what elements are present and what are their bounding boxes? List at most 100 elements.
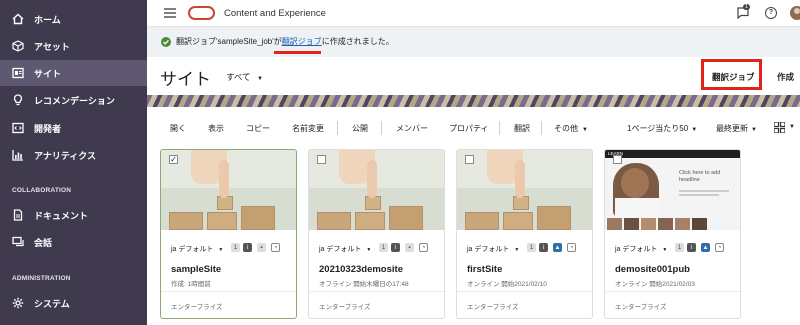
hamburger-menu-icon[interactable] — [164, 8, 176, 20]
site-type: エンタープライズ — [615, 304, 667, 311]
notifications-icon[interactable]: 1 — [737, 4, 751, 21]
open-button[interactable]: 開く — [170, 123, 186, 134]
filter-dropdown[interactable]: すべて ▼ — [226, 71, 263, 83]
site-name[interactable]: sampleSite — [171, 264, 221, 275]
toolbar-divider — [337, 121, 338, 135]
info-icon: i — [391, 243, 400, 252]
toolbar-divider — [381, 121, 382, 135]
security-icon: ◔ — [271, 243, 280, 252]
site-status: オフライン 開始木曜日の17:48 — [319, 281, 409, 288]
app-title: Content and Experience — [224, 8, 326, 19]
more-dropdown[interactable]: その他 ▼ — [554, 123, 588, 134]
success-message-bar: 翻訳ジョブ'sampleSite_job'が翻訳ジョブに作成されました。 — [147, 27, 800, 57]
language-dropdown[interactable]: ja デフォルト ▼ — [171, 244, 223, 254]
sidebar-item-conversations[interactable]: 会話 — [0, 229, 147, 255]
offline-status-icon: ▪ — [257, 243, 266, 252]
chevron-down-icon: ▼ — [256, 76, 263, 82]
security-icon: ◔ — [715, 243, 724, 252]
toolbar-divider — [499, 121, 500, 135]
publish-button[interactable]: 公開 — [352, 123, 368, 134]
translation-job-link[interactable]: 翻訳ジョブ — [282, 37, 322, 46]
code-icon — [12, 122, 24, 134]
toolbar-divider — [541, 121, 542, 135]
chevron-down-icon[interactable]: ▼ — [789, 124, 795, 130]
page-title: サイト — [160, 70, 211, 89]
site-name[interactable]: 20210323demosite — [319, 264, 403, 275]
language-label: ja デフォルト — [615, 246, 658, 253]
sidebar-item-label: ドキュメント — [34, 210, 89, 221]
toolbar: 開く 表示 コピー 名前変更 公開 メンバー プロパティ 翻訳 その他 ▼ 1ペー… — [147, 112, 800, 145]
rename-button[interactable]: 名前変更 — [292, 123, 324, 134]
language-dropdown[interactable]: ja デフォルト ▼ — [467, 244, 519, 254]
select-checkbox[interactable] — [317, 155, 326, 164]
site-thumbnail — [161, 150, 296, 230]
members-button[interactable]: メンバー — [396, 123, 428, 134]
sidebar-item-label: ホーム — [34, 14, 61, 25]
site-type: エンタープライズ — [171, 304, 223, 311]
sort-dropdown[interactable]: 最終更新 ▼ — [716, 123, 757, 134]
sidebar-item-sites[interactable]: サイト — [0, 60, 147, 86]
sidebar-item-developer[interactable]: 開発者 — [0, 115, 147, 141]
site-status: オンライン 開始2021/02/03 — [615, 281, 695, 288]
translate-button[interactable]: 翻訳 — [514, 123, 530, 134]
sidebar-item-home[interactable]: ホーム — [0, 6, 147, 32]
chart-icon — [12, 149, 24, 161]
language-dropdown[interactable]: ja デフォルト ▼ — [319, 244, 371, 254]
site-card[interactable]: ja デフォルト ▼ 1 i ▲ ◔ firstSite オンライン 開始2021… — [456, 149, 593, 319]
help-icon[interactable]: ? — [765, 7, 777, 19]
grid-view-icon[interactable] — [773, 121, 786, 135]
site-name[interactable]: firstSite — [467, 264, 502, 275]
sidebar-item-system[interactable]: システム — [0, 290, 147, 316]
translation-count-badge: 1 — [675, 243, 684, 252]
create-button[interactable]: 作成 — [777, 71, 794, 83]
sidebar-item-label: サイト — [34, 68, 62, 79]
site-name[interactable]: demosite001pub — [615, 264, 690, 275]
language-dropdown[interactable]: ja デフォルト ▼ — [615, 244, 667, 254]
copy-button[interactable]: コピー — [246, 123, 270, 134]
more-label: その他 — [554, 124, 578, 133]
site-card[interactable]: LEARN Click here to add headline ja デフォル… — [604, 149, 741, 319]
select-checkbox[interactable] — [613, 155, 622, 164]
sidebar-item-analytics[interactable]: アナリティクス — [0, 142, 147, 168]
sidebar-item-recommendations[interactable]: レコメンデーション — [0, 87, 147, 113]
select-checkbox[interactable]: ✓ — [169, 155, 178, 164]
chevron-down-icon: ▼ — [514, 247, 520, 253]
avatar[interactable] — [790, 6, 800, 20]
view-button[interactable]: 表示 — [208, 123, 224, 134]
lightbulb-icon — [12, 94, 24, 106]
sidebar-item-label: アナリティクス — [34, 150, 97, 161]
security-icon: ◔ — [567, 243, 576, 252]
sidebar-section-collaboration: COLLABORATION — [12, 187, 72, 194]
card-divider — [309, 291, 444, 292]
sidebar-item-label: アセット — [34, 41, 70, 52]
translation-count-badge: 1 — [379, 243, 388, 252]
chevron-down-icon: ▼ — [691, 127, 698, 133]
cube-icon — [12, 40, 24, 52]
site-card[interactable]: ja デフォルト ▼ 1 i ▪ ◔ 20210323demosite オフライン… — [308, 149, 445, 319]
properties-button[interactable]: プロパティ — [449, 123, 489, 134]
chevron-down-icon: ▼ — [662, 247, 668, 253]
translation-count-badge: 1 — [231, 243, 240, 252]
site-type: エンタープライズ — [467, 304, 519, 311]
card-divider — [605, 291, 740, 292]
site-status: オンライン 開始2021/02/10 — [467, 281, 547, 288]
site-card[interactable]: ✓ ja デフォルト ▼ 1 i ▪ ◔ sampleSite 作成: 1時間前 … — [160, 149, 297, 319]
site-type: エンタープライズ — [319, 304, 371, 311]
per-page-dropdown[interactable]: 1ページ当たり50 ▼ — [627, 123, 697, 134]
sidebar-item-assets[interactable]: アセット — [0, 33, 147, 59]
message-prefix: 翻訳ジョブ'sampleSite_job'が — [176, 37, 282, 46]
sidebar-item-label: システム — [34, 298, 70, 309]
info-icon: i — [243, 243, 252, 252]
site-thumbnail — [309, 150, 444, 230]
document-icon — [12, 209, 24, 221]
info-icon: i — [687, 243, 696, 252]
banner-pattern — [147, 95, 800, 107]
check-circle-icon — [161, 37, 171, 47]
sidebar-item-label: レコメンデーション — [34, 95, 115, 106]
oracle-logo — [188, 6, 215, 20]
sidebar-item-documents[interactable]: ドキュメント — [0, 202, 147, 228]
sidebar-item-label: 会話 — [34, 237, 53, 248]
select-checkbox[interactable] — [465, 155, 474, 164]
top-bar: Content and Experience 1 ? — [147, 0, 800, 27]
language-label: ja デフォルト — [171, 246, 214, 253]
